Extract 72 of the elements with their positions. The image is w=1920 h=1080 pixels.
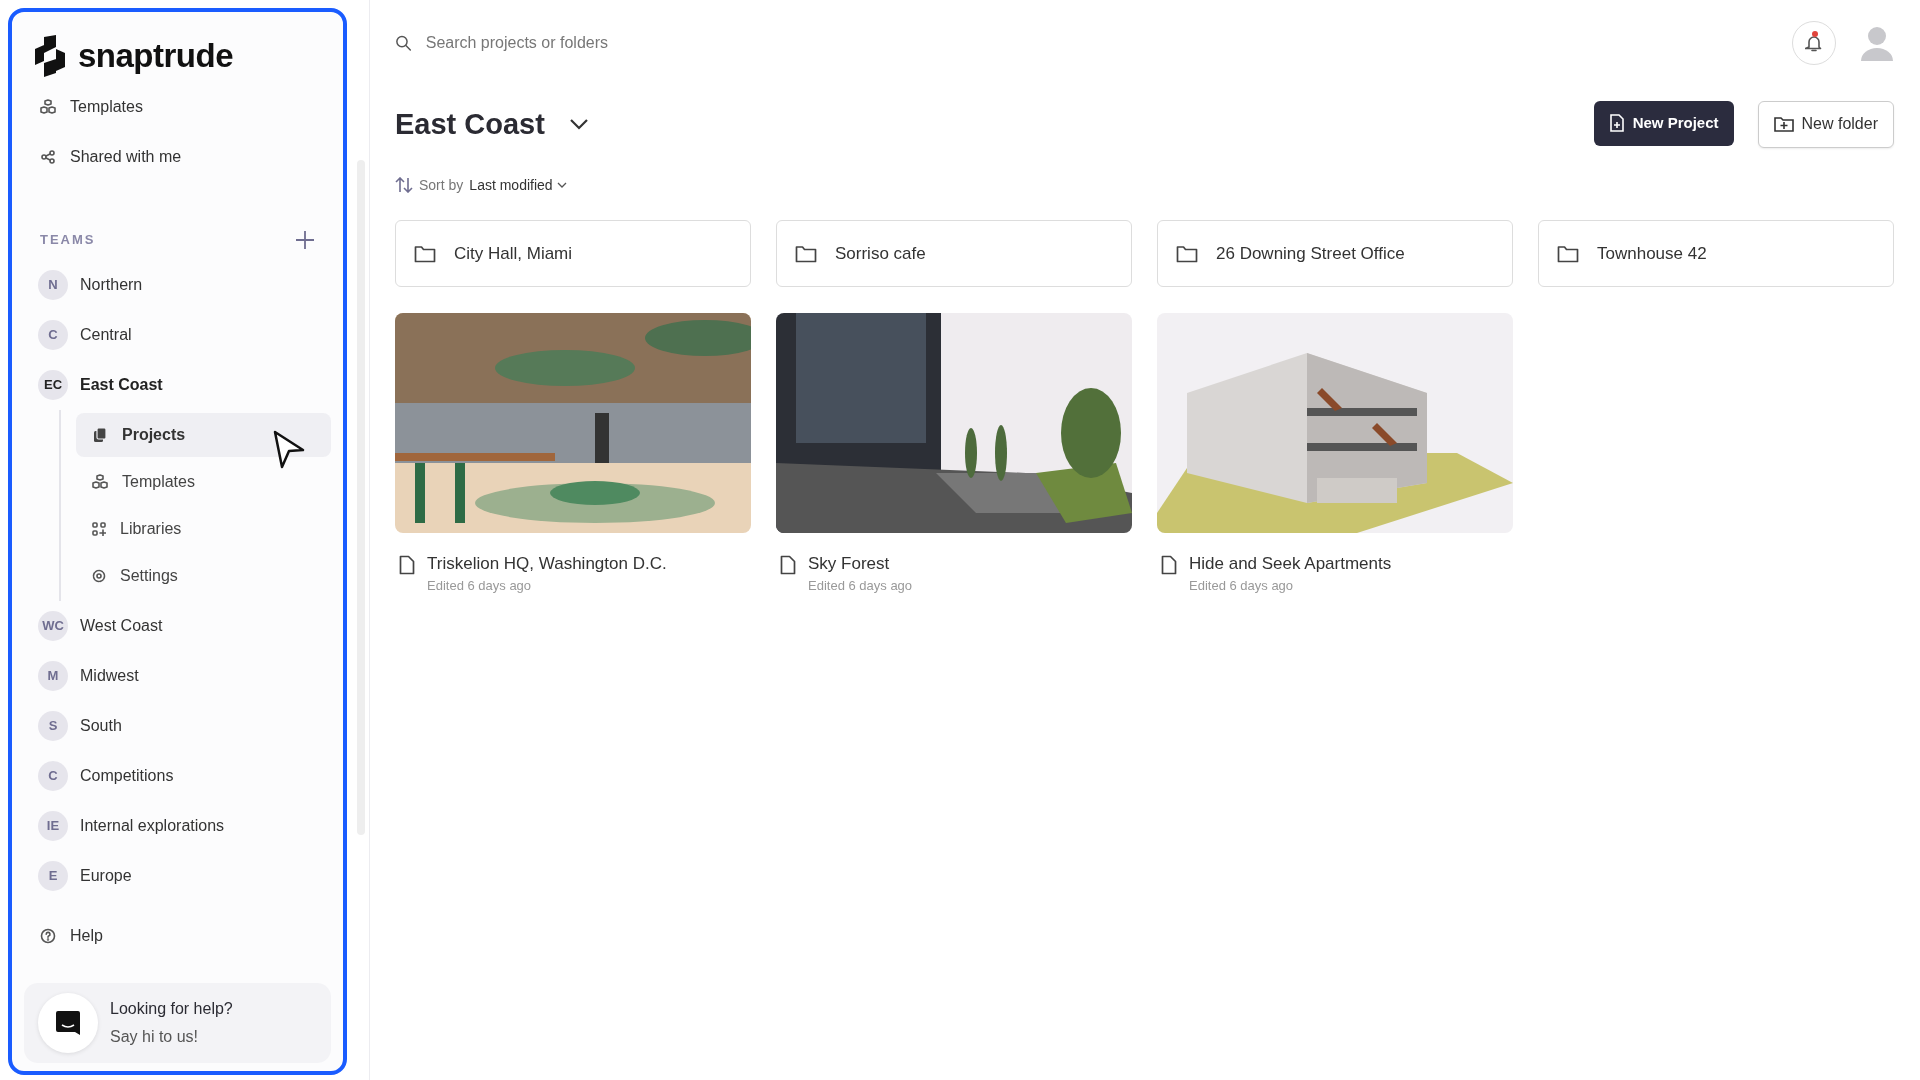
logo-text: snaptrude	[78, 36, 234, 77]
search-field[interactable]: Search projects or folders	[423, 30, 795, 56]
folder-card[interactable]: 26 Downing Street Office	[1157, 220, 1513, 287]
file-icon	[399, 555, 415, 575]
page-title: East Coast	[395, 106, 545, 142]
avatar: WC	[38, 611, 68, 641]
chat-subtitle: Say hi to us!	[110, 1027, 200, 1047]
edited-time: Edited 6 days ago	[427, 576, 533, 595]
cursor-icon	[272, 430, 306, 470]
new-folder-button[interactable]: New folder	[1757, 100, 1894, 148]
folder-icon	[414, 244, 436, 263]
grid-icon	[92, 522, 106, 536]
team-item[interactable]: IE Internal explorations	[24, 801, 332, 851]
chat-button[interactable]	[38, 993, 98, 1053]
team-item[interactable]: N Northern	[24, 260, 332, 310]
team-item[interactable]: S South	[24, 701, 332, 751]
project-name[interactable]: Triskelion HQ, Washington D.C.	[427, 555, 667, 574]
file-icon	[1161, 555, 1177, 575]
caret-icon	[556, 182, 567, 188]
team-item[interactable]: WC West Coast	[24, 601, 332, 651]
avatar: M	[38, 661, 68, 691]
help-icon	[40, 928, 56, 944]
folder-icon	[795, 244, 817, 263]
avatar: N	[38, 270, 68, 300]
settings-icon	[92, 569, 106, 583]
edited-time: Edited 6 days ago	[1189, 576, 1295, 595]
help-link[interactable]: Help	[24, 911, 332, 961]
chat-icon	[55, 1010, 81, 1036]
section-heading: TEAMS	[40, 231, 96, 250]
bell-icon	[1805, 34, 1823, 52]
folder-icon	[1557, 244, 1579, 263]
avatar: EC	[38, 370, 68, 400]
folder-card[interactable]: Sorriso cafe	[776, 220, 1132, 287]
share-icon	[40, 149, 56, 165]
sidebar-item[interactable]: Settings	[76, 554, 332, 598]
team-item[interactable]: E Europe	[24, 851, 332, 901]
team-item[interactable]: EC East Coast	[24, 360, 332, 410]
file-icon	[780, 555, 796, 575]
avatar: S	[38, 711, 68, 741]
project-name[interactable]: Hide and Seek Apartments	[1189, 555, 1392, 574]
chat-title: Looking for help?	[110, 999, 233, 1019]
team-item[interactable]: C Central	[24, 310, 332, 360]
sidebar-item[interactable]: Templates	[76, 460, 332, 504]
sort-icon	[395, 177, 413, 193]
sort-label: Sort by	[419, 175, 464, 195]
logo-icon	[34, 35, 66, 77]
folder-card[interactable]: City Hall, Miami	[395, 220, 751, 287]
chevron-down-icon[interactable]	[568, 118, 589, 130]
project-name[interactable]: Sky Forest	[808, 555, 913, 574]
new-project-button[interactable]: New Project	[1593, 100, 1734, 146]
folder-card[interactable]: Townhouse 42	[1538, 220, 1894, 287]
nav-item[interactable]: Shared with me	[24, 132, 332, 182]
edited-time: Edited 6 days ago	[808, 576, 913, 595]
add-icon[interactable]	[295, 230, 316, 250]
cubes-icon	[40, 99, 56, 115]
new-file-icon	[1608, 114, 1625, 132]
avatar: E	[38, 861, 68, 891]
team-item[interactable]: C Competitions	[24, 751, 332, 801]
sidebar-item[interactable]: Libraries	[76, 507, 332, 551]
team-item[interactable]: M Midwest	[24, 651, 332, 701]
search-icon	[395, 34, 412, 52]
cubes-icon	[92, 474, 108, 490]
nav-item[interactable]: Templates	[24, 82, 332, 132]
folder-icon	[1176, 244, 1198, 263]
avatar: IE	[38, 811, 68, 841]
pages-icon	[92, 427, 108, 443]
avatar: C	[38, 320, 68, 350]
avatar: C	[38, 761, 68, 791]
sidebar-item[interactable]: Projects	[76, 413, 332, 457]
new-folder-icon	[1773, 116, 1794, 132]
notification-button[interactable]	[1792, 21, 1836, 65]
sort-dropdown[interactable]: Last modified	[469, 174, 567, 196]
